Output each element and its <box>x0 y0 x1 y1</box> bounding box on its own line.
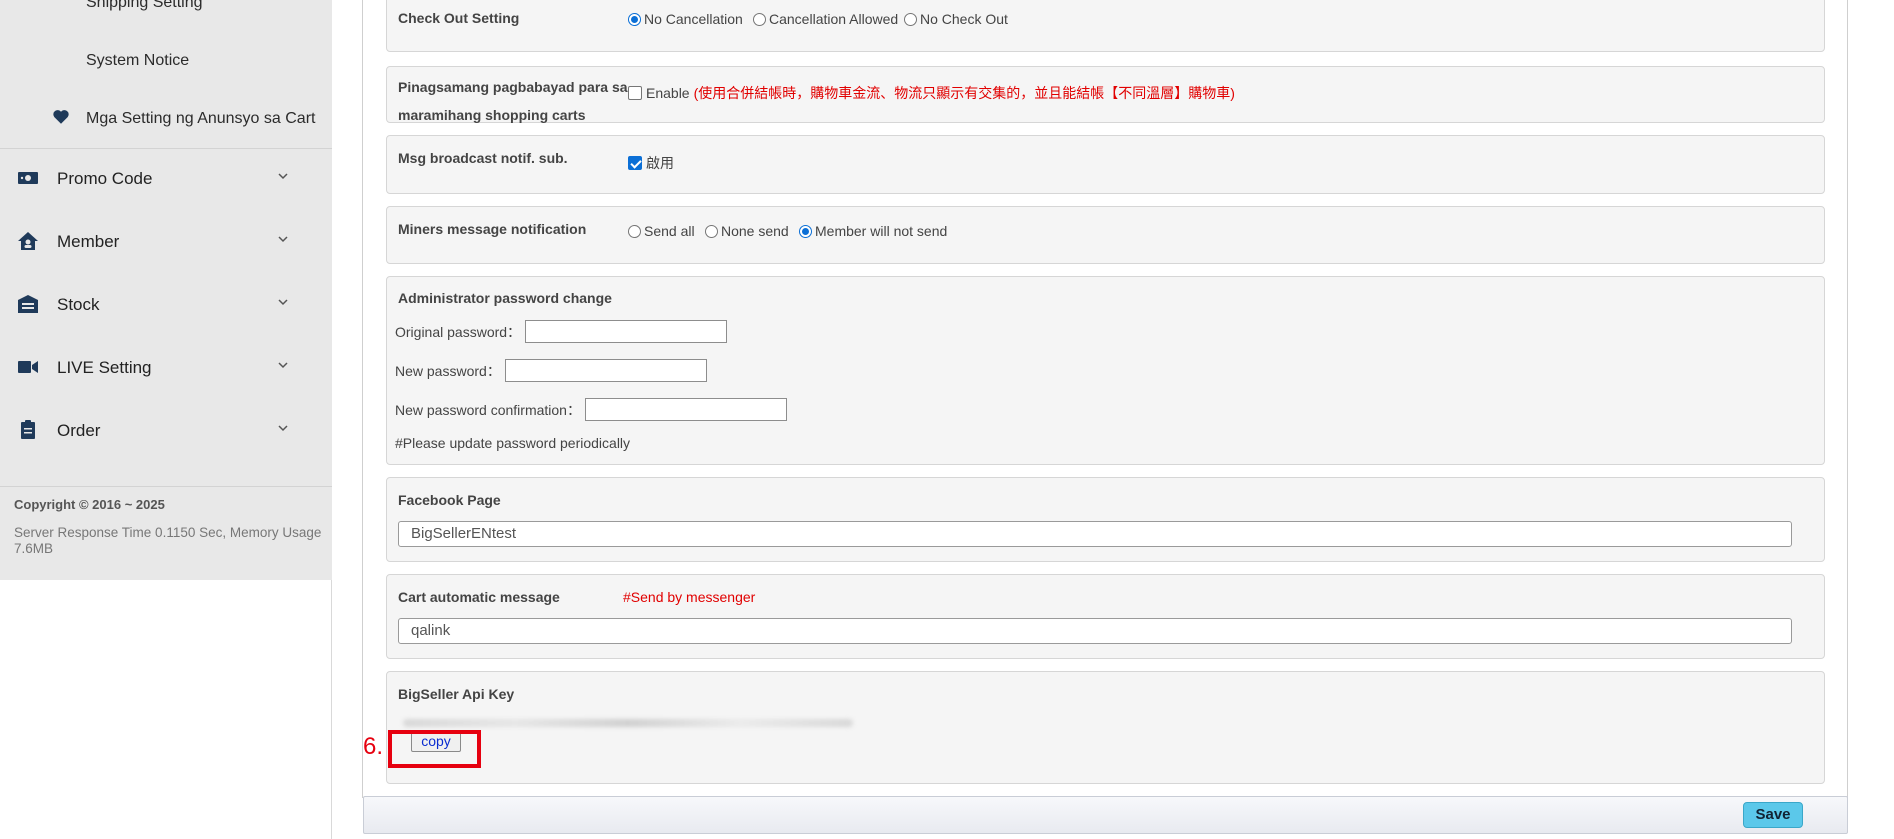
password-change-title: Administrator password change <box>398 290 612 306</box>
new-password-row: New password： <box>395 359 707 382</box>
footer-bar <box>363 796 1848 834</box>
facebook-page-input[interactable]: BigSellerENtest <box>398 521 1792 547</box>
sidebar-subitem-shipping-setting[interactable]: Shipping Setting <box>86 0 203 12</box>
sidebar-divider <box>0 148 332 149</box>
save-button[interactable]: Save <box>1743 802 1803 828</box>
password-hint: #Please update password periodically <box>395 435 631 451</box>
cart-message-label: Cart automatic message <box>398 589 560 605</box>
radio-member-will-not-send[interactable]: Member will not send <box>799 223 947 239</box>
annotation-highlight-box <box>388 730 481 768</box>
original-password-label: Original password： <box>395 323 522 340</box>
server-info-text: Server Response Time 0.1150 Sec, Memory … <box>14 525 322 556</box>
heart-icon <box>52 108 70 126</box>
radio-label: Cancellation Allowed <box>769 11 899 27</box>
sidebar-item-order[interactable]: Order <box>0 405 332 457</box>
radio-button[interactable] <box>705 224 718 238</box>
new-password-label: New password： <box>395 362 501 379</box>
sidebar-subitem-cart-announcement[interactable]: Mga Setting ng Anunsyo sa Cart <box>86 110 315 128</box>
chevron-down-icon <box>276 421 290 435</box>
sidebar-subitem-system-notice[interactable]: System Notice <box>86 52 189 70</box>
checkout-setting-panel: Check Out Setting No Cancellation Cancel… <box>386 0 1825 52</box>
miners-notification-panel: Miners message notification Send all Non… <box>386 206 1825 264</box>
cart-message-input[interactable]: qalink <box>398 618 1792 644</box>
chevron-down-icon <box>276 169 290 183</box>
facebook-page-label: Facebook Page <box>398 492 501 508</box>
chevron-down-icon <box>276 358 290 372</box>
copyright-text: Copyright © 2016 ~ 2025 <box>14 497 165 512</box>
new-password-input[interactable] <box>504 359 707 382</box>
radio-no-cancellation[interactable]: No Cancellation <box>628 11 743 27</box>
checkbox[interactable] <box>628 86 642 100</box>
home-user-icon <box>17 231 39 251</box>
sidebar-item-label: LIVE Setting <box>57 358 152 377</box>
checkout-setting-label: Check Out Setting <box>398 10 520 26</box>
password-change-panel: Administrator password change Original p… <box>386 276 1825 465</box>
checkbox[interactable] <box>628 156 642 170</box>
radio-button[interactable] <box>628 12 641 26</box>
sidebar-item-stock[interactable]: Stock <box>0 279 332 331</box>
combined-payment-enable[interactable]: Enable (使用合併結帳時，購物車金流、物流只顯示有交集的，並且能結帳【不同… <box>628 83 1235 103</box>
chevron-down-icon <box>276 232 290 246</box>
original-password-input[interactable] <box>525 320 728 343</box>
api-key-label: BigSeller Api Key <box>398 686 515 702</box>
radio-label: Send all <box>644 223 695 239</box>
sidebar-divider <box>0 486 332 487</box>
radio-cancellation-allowed[interactable]: Cancellation Allowed <box>753 11 898 27</box>
confirm-password-row: New password confirmation： <box>395 398 787 421</box>
radio-label: Member will not send <box>815 223 948 239</box>
combined-payment-panel: Pinagsamang pagbabayad para sa maramihan… <box>386 66 1825 123</box>
video-camera-icon <box>17 357 39 377</box>
radio-send-all[interactable]: Send all <box>628 223 695 239</box>
confirm-password-input[interactable] <box>584 398 787 421</box>
radio-none-send[interactable]: None send <box>705 223 789 239</box>
radio-label: No Check Out <box>920 11 1008 27</box>
api-key-value-blurred <box>403 719 853 727</box>
checkbox-label: 啟用 <box>646 155 674 171</box>
radio-button[interactable] <box>753 12 766 26</box>
cart-message-panel: Cart automatic message #Send by messenge… <box>386 574 1825 659</box>
radio-button[interactable] <box>904 12 917 26</box>
radio-button[interactable] <box>628 224 641 238</box>
miners-notification-label: Miners message notification <box>398 221 587 237</box>
sidebar-item-label: Member <box>57 232 120 251</box>
api-key-panel: BigSeller Api Key copy <box>386 671 1825 784</box>
combined-payment-label-line1: Pinagsamang pagbabayad para sa <box>398 79 628 95</box>
confirm-password-label: New password confirmation： <box>395 401 581 418</box>
radio-label: No Cancellation <box>644 11 743 27</box>
combined-payment-label-line2: maramihang shopping carts <box>398 107 586 123</box>
ticket-icon <box>17 168 39 188</box>
radio-no-check-out[interactable]: No Check Out <box>904 11 1008 27</box>
sidebar: Shipping Setting System Notice Mga Setti… <box>0 0 332 839</box>
annotation-step-number: 6. <box>363 733 384 760</box>
chevron-down-icon <box>276 295 290 309</box>
facebook-page-panel: Facebook Page BigSellerENtest <box>386 477 1825 562</box>
msg-broadcast-label: Msg broadcast notif. sub. <box>398 150 568 166</box>
checkbox-label: Enable <box>646 85 690 101</box>
combined-payment-note: (使用合併結帳時，購物車金流、物流只顯示有交集的，並且能結帳【不同溫層】購物車) <box>693 85 1235 101</box>
sidebar-item-label: Order <box>57 421 101 440</box>
radio-button[interactable] <box>799 224 812 238</box>
warehouse-icon <box>17 294 39 314</box>
original-password-row: Original password： <box>395 320 728 343</box>
sidebar-item-live-setting[interactable]: LIVE Setting <box>0 342 332 394</box>
cart-message-note: #Send by messenger <box>623 589 756 605</box>
sidebar-item-member[interactable]: Member <box>0 216 332 268</box>
msg-broadcast-enable[interactable]: 啟用 <box>628 153 674 173</box>
sidebar-item-label: Stock <box>57 295 100 314</box>
msg-broadcast-panel: Msg broadcast notif. sub. 啟用 <box>386 135 1825 194</box>
clipboard-icon <box>17 420 39 440</box>
radio-label: None send <box>721 223 789 239</box>
sidebar-item-label: Promo Code <box>57 169 153 188</box>
sidebar-item-promo-code[interactable]: Promo Code <box>0 153 332 205</box>
